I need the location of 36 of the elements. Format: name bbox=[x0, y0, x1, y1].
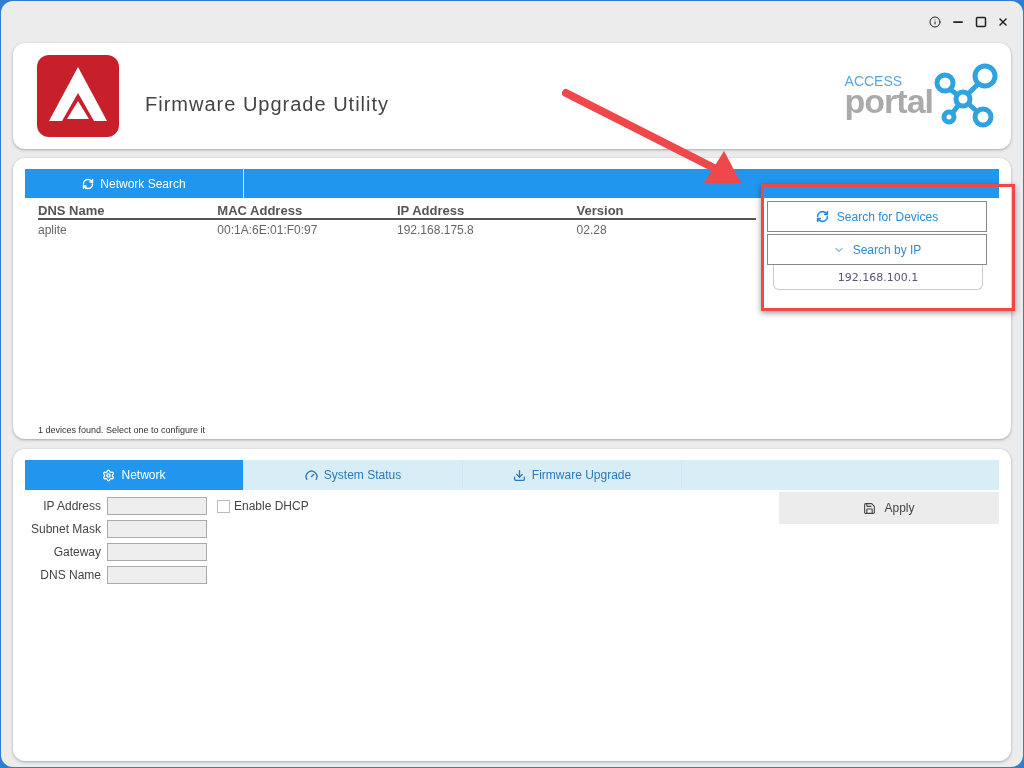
gauge-icon bbox=[304, 468, 318, 482]
field-label: Subnet Mask bbox=[29, 522, 101, 536]
table-cell: 00:1A:6E:01:F0:97 bbox=[217, 219, 397, 237]
network-nodes-icon bbox=[933, 63, 999, 129]
search-devices-button[interactable]: Search for Devices bbox=[767, 201, 987, 232]
text-input-field[interactable] bbox=[107, 497, 207, 515]
checkbox[interactable] bbox=[217, 499, 230, 513]
info-icon[interactable] bbox=[929, 16, 941, 28]
apply-button[interactable]: Apply bbox=[779, 492, 999, 524]
refresh-icon bbox=[82, 177, 95, 190]
status-text: 1 devices found. Select one to configure it bbox=[38, 425, 207, 435]
search-by-ip-button[interactable]: Search by IP bbox=[767, 234, 987, 265]
field-label: IP Address bbox=[42, 499, 101, 513]
text-input-field[interactable] bbox=[107, 543, 207, 561]
table-cell: 192.168.175.8 bbox=[397, 219, 577, 237]
text-input-field[interactable] bbox=[107, 520, 207, 538]
field-label: Gateway bbox=[52, 545, 101, 559]
maximize-icon[interactable] bbox=[975, 16, 987, 28]
close-icon[interactable] bbox=[997, 16, 1009, 28]
field-label: DNS Name bbox=[39, 568, 101, 582]
brand-text: ACCESS bbox=[844, 74, 903, 88]
column-header: MAC Address bbox=[217, 203, 397, 219]
app-title: Firmware Upgrade Utility bbox=[145, 92, 391, 116]
ip-input-field[interactable]: 192.168.100.1 bbox=[773, 265, 983, 290]
app-logo-icon bbox=[37, 55, 119, 137]
column-header: IP Address bbox=[397, 203, 577, 219]
table-cell: aplite bbox=[38, 219, 218, 237]
column-header: DNS Name bbox=[38, 203, 218, 219]
text-input-field[interactable] bbox=[107, 566, 207, 584]
dhcp-checkbox[interactable]: Enable DHCP bbox=[217, 499, 309, 513]
table-cell: 02.28 bbox=[576, 219, 756, 237]
download-icon bbox=[512, 468, 526, 482]
column-header: Version bbox=[576, 203, 756, 219]
refresh-icon bbox=[815, 210, 829, 223]
gear-icon bbox=[102, 468, 116, 482]
config-tab[interactable]: Network bbox=[25, 460, 244, 490]
